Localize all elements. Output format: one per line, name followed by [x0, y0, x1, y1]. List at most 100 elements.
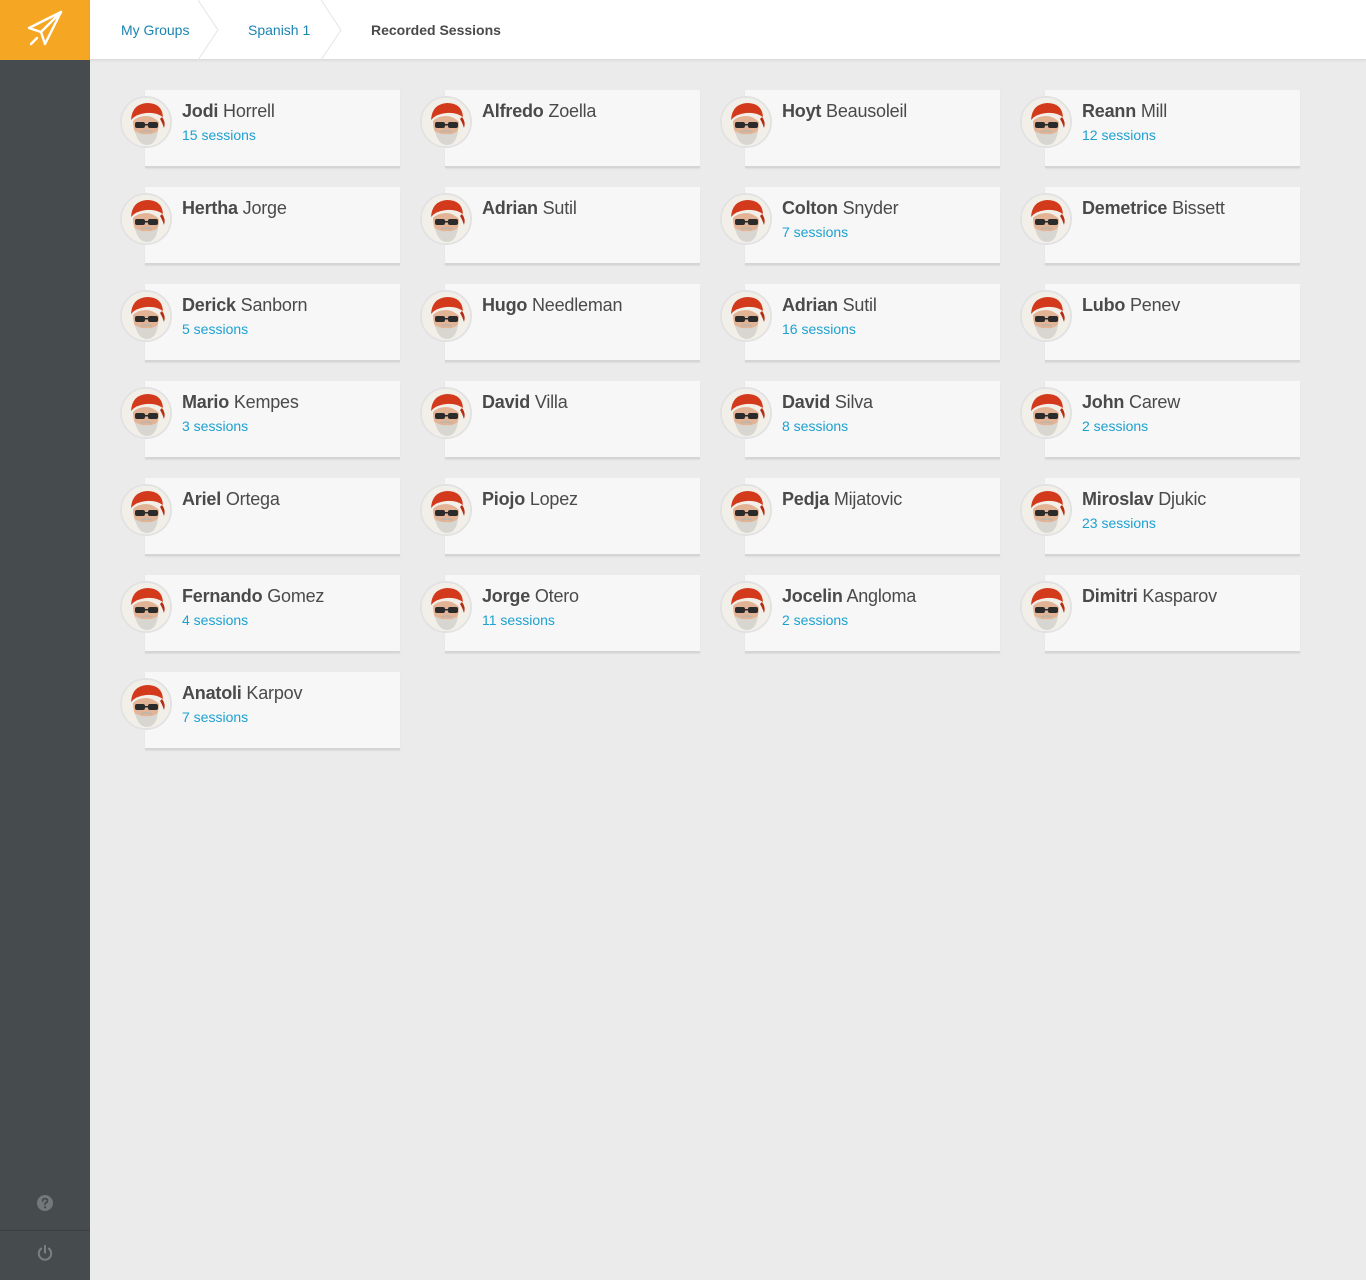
student-card[interactable]: Hertha Jorge: [118, 187, 400, 265]
student-card[interactable]: Hugo Needleman: [418, 284, 700, 362]
sessions-link[interactable]: 2 sessions: [782, 612, 848, 628]
student-name[interactable]: Jocelin Angloma: [782, 586, 916, 607]
student-card[interactable]: Adrian Sutil 16 sessions: [718, 284, 1000, 362]
sessions-link[interactable]: 4 sessions: [182, 612, 248, 628]
student-card[interactable]: Adrian Sutil: [418, 187, 700, 265]
student-card[interactable]: David Villa: [418, 381, 700, 459]
student-name[interactable]: Ariel Ortega: [182, 489, 280, 510]
student-card[interactable]: Anatoli Karpov 7 sessions: [118, 672, 400, 750]
student-name[interactable]: Demetrice Bissett: [1082, 198, 1225, 219]
student-card[interactable]: David Silva 8 sessions: [718, 381, 1000, 459]
sessions-link[interactable]: 23 sessions: [1082, 515, 1156, 531]
student-name[interactable]: Jodi Horrell: [182, 101, 275, 122]
avatar[interactable]: [420, 193, 472, 245]
avatar[interactable]: [120, 193, 172, 245]
student-name[interactable]: David Silva: [782, 392, 873, 413]
avatar[interactable]: [720, 387, 772, 439]
avatar[interactable]: [420, 581, 472, 633]
avatar[interactable]: [1020, 290, 1072, 342]
breadcrumb-my-groups[interactable]: My Groups: [90, 0, 219, 60]
avatar[interactable]: [120, 484, 172, 536]
first-name: Colton: [782, 198, 838, 218]
student-name[interactable]: Anatoli Karpov: [182, 683, 302, 704]
sessions-link[interactable]: 15 sessions: [182, 127, 256, 143]
first-name: Miroslav: [1082, 489, 1154, 509]
first-name: Hoyt: [782, 101, 822, 121]
avatar[interactable]: [120, 581, 172, 633]
student-name[interactable]: Derick Sanborn: [182, 295, 308, 316]
avatar[interactable]: [420, 96, 472, 148]
student-card[interactable]: Jodi Horrell 15 sessions: [118, 90, 400, 168]
student-name[interactable]: John Carew: [1082, 392, 1180, 413]
breadcrumb-spanish-1[interactable]: Spanish 1: [218, 0, 342, 60]
student-name[interactable]: Alfredo Zoella: [482, 101, 596, 122]
avatar[interactable]: [120, 290, 172, 342]
avatar[interactable]: [720, 193, 772, 245]
first-name: Anatoli: [182, 683, 242, 703]
avatar[interactable]: [120, 678, 172, 730]
first-name: Mario: [182, 392, 230, 412]
last-name: Sutil: [842, 295, 877, 315]
student-card[interactable]: Reann Mill 12 sessions: [1018, 90, 1300, 168]
sessions-link[interactable]: 7 sessions: [782, 224, 848, 240]
student-name[interactable]: Pedja Mijatovic: [782, 489, 902, 510]
student-card[interactable]: Demetrice Bissett: [1018, 187, 1300, 265]
student-name[interactable]: Adrian Sutil: [482, 198, 577, 219]
power-button[interactable]: [0, 1230, 90, 1280]
student-card[interactable]: Mario Kempes 3 sessions: [118, 381, 400, 459]
student-name[interactable]: Reann Mill: [1082, 101, 1167, 122]
avatar[interactable]: [1020, 193, 1072, 245]
help-button[interactable]: [0, 1180, 90, 1230]
student-card[interactable]: Pedja Mijatovic: [718, 478, 1000, 556]
student-name[interactable]: Hertha Jorge: [182, 198, 287, 219]
student-name[interactable]: Hoyt Beausoleil: [782, 101, 907, 122]
student-card[interactable]: Lubo Penev: [1018, 284, 1300, 362]
logo[interactable]: [0, 0, 90, 60]
avatar[interactable]: [120, 96, 172, 148]
avatar[interactable]: [420, 484, 472, 536]
student-name[interactable]: David Villa: [482, 392, 568, 413]
student-name[interactable]: Jorge Otero: [482, 586, 579, 607]
breadcrumb-label: Recorded Sessions: [371, 22, 501, 38]
student-card[interactable]: Ariel Ortega: [118, 478, 400, 556]
sessions-link[interactable]: 5 sessions: [182, 321, 248, 337]
student-name[interactable]: Fernando Gomez: [182, 586, 324, 607]
avatar[interactable]: [420, 290, 472, 342]
student-name[interactable]: Colton Snyder: [782, 198, 899, 219]
avatar[interactable]: [720, 290, 772, 342]
avatar[interactable]: [1020, 581, 1072, 633]
avatar[interactable]: [1020, 484, 1072, 536]
student-name[interactable]: Mario Kempes: [182, 392, 299, 413]
avatar[interactable]: [720, 484, 772, 536]
sessions-link[interactable]: 3 sessions: [182, 418, 248, 434]
student-card[interactable]: Derick Sanborn 5 sessions: [118, 284, 400, 362]
sessions-link[interactable]: 11 sessions: [482, 612, 555, 628]
student-card[interactable]: Miroslav Djukic 23 sessions: [1018, 478, 1300, 556]
student-card[interactable]: John Carew 2 sessions: [1018, 381, 1300, 459]
student-name[interactable]: Adrian Sutil: [782, 295, 877, 316]
student-card[interactable]: Hoyt Beausoleil: [718, 90, 1000, 168]
avatar[interactable]: [1020, 96, 1072, 148]
student-name[interactable]: Miroslav Djukic: [1082, 489, 1206, 510]
sessions-link[interactable]: 16 sessions: [782, 321, 856, 337]
student-card[interactable]: Colton Snyder 7 sessions: [718, 187, 1000, 265]
sessions-link[interactable]: 12 sessions: [1082, 127, 1156, 143]
student-name[interactable]: Hugo Needleman: [482, 295, 622, 316]
avatar[interactable]: [120, 387, 172, 439]
avatar[interactable]: [720, 96, 772, 148]
student-name[interactable]: Lubo Penev: [1082, 295, 1180, 316]
avatar[interactable]: [1020, 387, 1072, 439]
sessions-link[interactable]: 2 sessions: [1082, 418, 1148, 434]
student-card[interactable]: Jorge Otero 11 sessions: [418, 575, 700, 653]
avatar[interactable]: [720, 581, 772, 633]
student-card[interactable]: Alfredo Zoella: [418, 90, 700, 168]
sessions-link[interactable]: 7 sessions: [182, 709, 248, 725]
avatar[interactable]: [420, 387, 472, 439]
student-name[interactable]: Dimitri Kasparov: [1082, 586, 1217, 607]
student-card[interactable]: Piojo Lopez: [418, 478, 700, 556]
student-card[interactable]: Fernando Gomez 4 sessions: [118, 575, 400, 653]
sessions-link[interactable]: 8 sessions: [782, 418, 848, 434]
student-card[interactable]: Dimitri Kasparov: [1018, 575, 1300, 653]
student-name[interactable]: Piojo Lopez: [482, 489, 578, 510]
student-card[interactable]: Jocelin Angloma 2 sessions: [718, 575, 1000, 653]
